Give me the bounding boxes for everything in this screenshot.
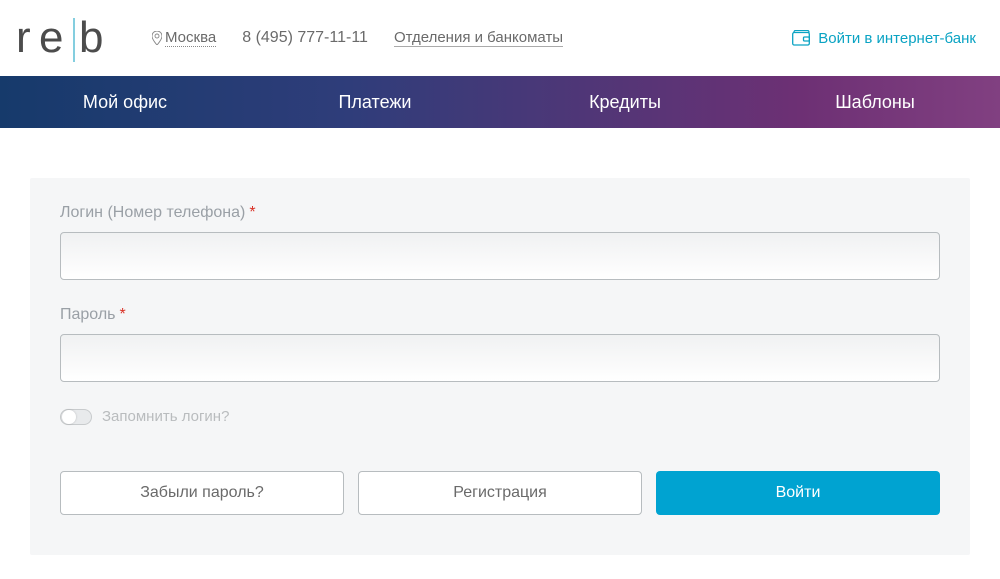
- nav-label: Платежи: [338, 92, 411, 113]
- phone-number: 8 (495) 777-11-11: [242, 29, 368, 47]
- password-label: Пароль: [60, 306, 116, 324]
- wallet-icon: [792, 30, 810, 46]
- password-input[interactable]: [60, 334, 940, 382]
- login-button-label: Войти: [776, 484, 821, 502]
- required-mark: *: [120, 306, 126, 324]
- required-mark: *: [249, 204, 255, 222]
- svg-text:b: b: [79, 14, 105, 62]
- login-field: Логин (Номер телефона) *: [60, 204, 940, 280]
- login-card: Логин (Номер телефона) * Пароль * Запомн…: [30, 178, 970, 555]
- forgot-password-button[interactable]: Забыли пароль?: [60, 471, 344, 515]
- nav-templates[interactable]: Шаблоны: [750, 76, 1000, 128]
- login-label: Логин (Номер телефона): [60, 204, 245, 222]
- password-field: Пароль *: [60, 306, 940, 382]
- content-area: Логин (Номер телефона) * Пароль * Запомн…: [0, 128, 1000, 579]
- login-button[interactable]: Войти: [656, 471, 940, 515]
- register-button[interactable]: Регистрация: [358, 471, 642, 515]
- remember-row: Запомнить логин?: [60, 408, 940, 425]
- city-label: Москва: [165, 29, 216, 47]
- nav-label: Шаблоны: [835, 92, 915, 113]
- forgot-password-label: Забыли пароль?: [140, 484, 264, 502]
- logo: r e b: [16, 14, 126, 62]
- nav-my-office[interactable]: Мой офис: [0, 76, 250, 128]
- register-label: Регистрация: [453, 484, 547, 502]
- main-nav: Мой офис Платежи Кредиты Шаблоны: [0, 76, 1000, 128]
- nav-payments[interactable]: Платежи: [250, 76, 500, 128]
- internet-bank-login-label: Войти в интернет-банк: [818, 30, 976, 47]
- nav-label: Мой офис: [83, 92, 167, 113]
- city-selector[interactable]: Москва: [152, 29, 216, 47]
- actions-row: Забыли пароль? Регистрация Войти: [60, 471, 940, 515]
- location-pin-icon: [152, 31, 162, 45]
- nav-credits[interactable]: Кредиты: [500, 76, 750, 128]
- remember-toggle[interactable]: [60, 409, 92, 425]
- nav-label: Кредиты: [589, 92, 661, 113]
- top-bar: r e b Москва 8 (495) 777-11-11 Отделения…: [0, 0, 1000, 76]
- branches-link[interactable]: Отделения и банкоматы: [394, 29, 563, 47]
- svg-text:r: r: [16, 14, 33, 62]
- svg-text:e: e: [39, 14, 65, 62]
- remember-label: Запомнить логин?: [102, 408, 229, 425]
- internet-bank-login-link[interactable]: Войти в интернет-банк: [792, 30, 976, 47]
- login-input[interactable]: [60, 232, 940, 280]
